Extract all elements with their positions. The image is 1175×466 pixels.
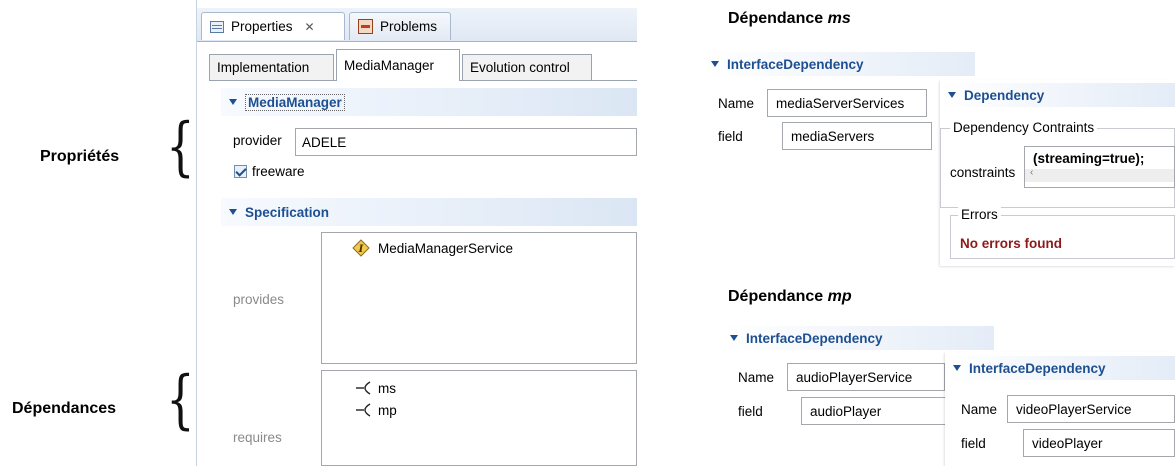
second-interface-dependency-panel: InterfaceDependency Name videoPlayerServ… xyxy=(945,352,1175,466)
view-tab-strip: Properties ✕ Problems xyxy=(197,8,637,42)
provides-label: provides xyxy=(233,292,285,307)
dep-mp-name: mp xyxy=(827,288,852,305)
mp-name-field[interactable]: audioPlayerService xyxy=(787,363,945,391)
tab-properties-label: Properties xyxy=(231,19,293,34)
freeware-checkbox[interactable]: freeware xyxy=(234,164,305,179)
dependency-header[interactable]: Dependency xyxy=(940,83,1175,107)
properties-view-icon xyxy=(210,20,224,33)
interface-icon: I xyxy=(352,239,370,257)
ms-interface-dependency-header[interactable]: InterfaceDependency xyxy=(703,52,975,76)
ms-interface-dependency-title: InterfaceDependency xyxy=(727,56,864,72)
provider-field[interactable]: ADELE xyxy=(295,128,637,156)
dep-ms-heading: Dépendance ms xyxy=(728,10,851,28)
tab-problems-label: Problems xyxy=(380,19,438,34)
requires-item[interactable]: ms xyxy=(356,377,396,399)
second-field-label: field xyxy=(961,436,986,451)
dep-ms-name: ms xyxy=(827,10,851,27)
checkbox-checked-icon xyxy=(234,165,247,178)
tab-evolution-control-label: Evolution control xyxy=(470,60,570,75)
second-field-field[interactable]: videoPlayer xyxy=(1023,429,1175,457)
errors-value: No errors found xyxy=(960,236,1063,251)
svg-text:I: I xyxy=(358,244,364,255)
ms-name-field[interactable]: mediaServerServices xyxy=(767,89,927,117)
close-icon[interactable]: ✕ xyxy=(305,20,315,34)
requires-list[interactable]: ms mp xyxy=(321,370,637,466)
expand-triangle-icon xyxy=(229,99,237,105)
dep-mp-heading: Dépendance mp xyxy=(728,288,852,306)
provides-item[interactable]: I MediaManagerService xyxy=(352,239,513,257)
expand-triangle-icon xyxy=(730,335,738,341)
ms-field-label: field xyxy=(718,129,743,144)
freeware-label: freeware xyxy=(252,164,305,179)
scroll-left-arrow-icon[interactable]: ‹ xyxy=(1030,167,1033,178)
tab-mediamanager[interactable]: MediaManager xyxy=(336,49,460,81)
mp-interface-dependency-header[interactable]: InterfaceDependency xyxy=(722,326,994,350)
specification-section-title: Specification xyxy=(245,204,330,220)
provider-value: ADELE xyxy=(302,134,347,150)
annotation-proprietes: Propriétés xyxy=(40,148,120,165)
mp-field-value: audioPlayer xyxy=(810,403,882,419)
annotation-brace-icon: { xyxy=(166,363,195,437)
tab-implementation-label: Implementation xyxy=(217,60,310,75)
mp-field-label: field xyxy=(738,404,763,419)
dependency-title: Dependency xyxy=(964,87,1045,103)
expand-triangle-icon xyxy=(711,61,719,67)
dependency-contraints-label: Dependency Contraints xyxy=(950,120,1098,135)
provides-list[interactable]: I MediaManagerService xyxy=(321,232,637,364)
dep-ms-prefix: Dépendance xyxy=(728,10,828,27)
mediamanager-section-header[interactable]: MediaManager xyxy=(221,88,637,116)
requires-label: requires xyxy=(233,430,282,445)
tab-evolution-control[interactable]: Evolution control xyxy=(462,54,592,80)
requires-item[interactable]: mp xyxy=(356,399,397,421)
dependency-panel: Dependency Dependency Contraints constra… xyxy=(940,80,1175,266)
requires-item-label: mp xyxy=(378,402,397,418)
mediamanager-section-title: MediaManager xyxy=(245,93,345,111)
ms-field-field[interactable]: mediaServers xyxy=(782,122,932,150)
second-name-value: videoPlayerService xyxy=(1016,401,1132,417)
provides-item-label: MediaManagerService xyxy=(378,240,514,256)
second-interface-dependency-header[interactable]: InterfaceDependency xyxy=(945,356,1175,380)
second-field-value: videoPlayer xyxy=(1032,435,1103,451)
tab-mediamanager-label: MediaManager xyxy=(344,58,435,73)
ms-field-value: mediaServers xyxy=(791,128,875,144)
tab-properties[interactable]: Properties ✕ xyxy=(201,12,345,40)
mp-name-value: audioPlayerService xyxy=(796,369,913,385)
annotation-brace-icon: { xyxy=(166,110,195,184)
mp-name-label: Name xyxy=(738,370,775,385)
required-interface-icon xyxy=(356,403,371,417)
requires-item-label: ms xyxy=(378,380,396,396)
expand-triangle-icon xyxy=(953,365,961,371)
constraints-label: constraints xyxy=(950,165,1016,180)
tab-implementation[interactable]: Implementation xyxy=(209,54,334,80)
constraints-value: (streaming=true); xyxy=(1033,151,1145,166)
errors-label: Errors xyxy=(958,207,1001,222)
mp-field-field[interactable]: audioPlayer xyxy=(801,397,951,425)
constraints-field[interactable]: (streaming=true); ‹ xyxy=(1024,146,1175,188)
second-interface-dependency-title: InterfaceDependency xyxy=(969,360,1106,376)
dep-mp-prefix: Dépendance xyxy=(728,288,828,305)
tab-problems[interactable]: Problems xyxy=(349,12,451,40)
annotation-dependances: Dépendances xyxy=(12,400,117,417)
editor-tab-strip: Implementation MediaManager Evolution co… xyxy=(209,48,637,81)
provider-label: provider xyxy=(233,133,282,148)
mp-interface-dependency-title: InterfaceDependency xyxy=(746,330,883,346)
specification-section-header[interactable]: Specification xyxy=(221,198,637,226)
problems-view-icon xyxy=(358,19,373,34)
second-name-label: Name xyxy=(961,402,998,417)
ms-name-label: Name xyxy=(718,96,755,111)
required-interface-icon xyxy=(356,381,371,395)
expand-triangle-icon xyxy=(948,92,956,98)
ms-name-value: mediaServerServices xyxy=(776,95,905,111)
second-name-field[interactable]: videoPlayerService xyxy=(1007,395,1175,423)
expand-triangle-icon xyxy=(229,209,237,215)
horizontal-scrollbar[interactable]: ‹ xyxy=(1025,167,1174,182)
properties-panel: Properties ✕ Problems Implementation Med… xyxy=(196,0,637,466)
